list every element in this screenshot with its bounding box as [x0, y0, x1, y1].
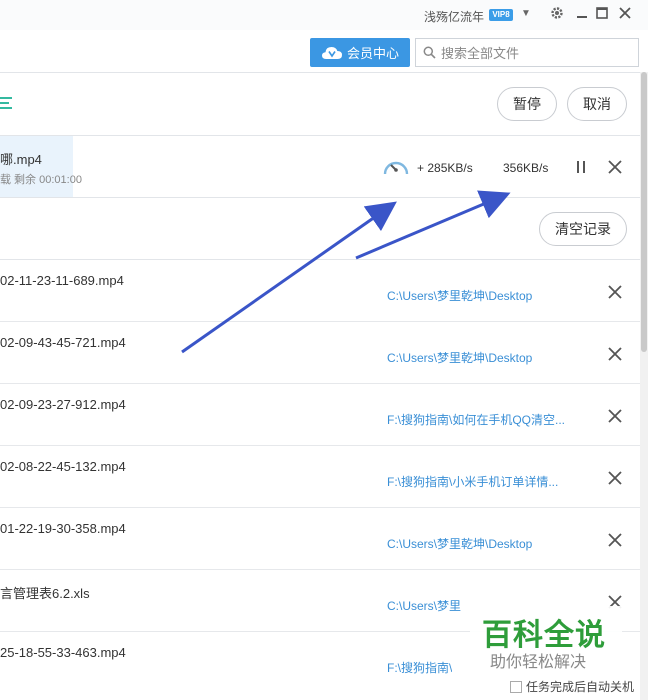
remove-record-icon[interactable] — [608, 347, 622, 361]
watermark-logo: 百科全说 助你轻松解决 — [470, 606, 622, 672]
vip-center-button[interactable]: 会员中心 — [310, 38, 410, 67]
auto-shutdown-label: 任务完成后自动关机 — [526, 680, 635, 694]
list-menu-icon[interactable] — [0, 96, 14, 110]
history-row[interactable]: 02-11-23-11-689.mp4 C:\Users\梦里乾坤\Deskto… — [0, 260, 640, 322]
history-file-path[interactable]: F:\搜狗指南\小米手机订单详情... — [387, 473, 558, 490]
history-row[interactable]: 02-09-23-27-912.mp4 F:\搜狗指南\如何在手机QQ清空... — [0, 384, 640, 446]
username[interactable]: 浅殇亿流年 — [424, 8, 484, 25]
clear-history-button[interactable]: 清空记录 — [539, 212, 627, 246]
history-file-name: 25-18-55-33-463.mp4 — [0, 645, 126, 660]
close-icon[interactable] — [617, 5, 635, 23]
remove-record-icon[interactable] — [608, 533, 622, 547]
history-file-name: 02-08-22-45-132.mp4 — [0, 459, 126, 474]
active-remaining-time: 载 剩余 00:01:00 — [0, 174, 82, 186]
speed-gauge-icon — [382, 155, 410, 182]
history-file-path[interactable]: C:\Users\梦里乾坤\Desktop — [387, 535, 532, 552]
auto-shutdown-checkbox[interactable] — [510, 680, 522, 693]
history-row[interactable]: 02-08-22-45-132.mp4 F:\搜狗指南\小米手机订单详情... — [0, 446, 640, 508]
pause-all-button[interactable]: 暂停 — [497, 87, 557, 121]
active-divider — [0, 197, 640, 198]
cancel-download-icon[interactable] — [608, 160, 622, 174]
vip-center-label: 会员中心 — [346, 46, 399, 61]
history-file-path[interactable]: F:\搜狗指南\如何在手机QQ清空... — [387, 411, 565, 428]
cancel-all-button[interactable]: 取消 — [567, 87, 627, 121]
remove-record-icon[interactable] — [608, 285, 622, 299]
cloud-icon — [321, 46, 342, 59]
search-input[interactable] — [441, 43, 631, 63]
history-row[interactable]: 01-22-19-30-358.mp4 C:\Users\梦里乾坤\Deskto… — [0, 508, 640, 570]
scrollbar-thumb[interactable] — [641, 72, 647, 352]
search-box[interactable] — [415, 38, 639, 67]
history-file-name: 01-22-19-30-358.mp4 — [0, 521, 126, 536]
remove-record-icon[interactable] — [608, 471, 622, 485]
arrow-to-download-speed — [355, 190, 511, 260]
history-row[interactable]: 02-09-43-45-721.mp4 C:\Users\梦里乾坤\Deskto… — [0, 322, 640, 384]
search-icon — [423, 46, 436, 59]
history-file-name: 02-09-23-27-912.mp4 — [0, 397, 126, 412]
gear-icon[interactable] — [549, 5, 567, 23]
watermark-subtitle: 助你轻松解决 — [490, 654, 587, 671]
title-bar: 浅殇亿流年 VIP8 ▼ — [0, 0, 648, 30]
download-speed: 356KB/s — [503, 161, 549, 175]
maximize-icon[interactable] — [594, 5, 612, 23]
speed-boost: + 285KB/s — [417, 161, 473, 175]
history-file-name: 02-11-23-11-689.mp4 — [0, 273, 124, 288]
chevron-down-icon[interactable]: ▼ — [521, 8, 531, 19]
remove-record-icon[interactable] — [608, 409, 622, 423]
minimize-icon[interactable] — [574, 5, 592, 23]
history-file-path[interactable]: C:\Users\梦里乾坤\Desktop — [387, 349, 532, 366]
header-divider — [0, 72, 640, 73]
history-file-path[interactable]: F:\搜狗指南\ — [387, 659, 452, 676]
auto-shutdown-option[interactable]: 任务完成后自动关机 — [510, 678, 634, 695]
pause-icon[interactable] — [574, 160, 588, 174]
toolbar-divider — [0, 135, 640, 136]
history-file-path[interactable]: C:\Users\梦里乾坤\Desktop — [387, 287, 532, 304]
history-file-name: 02-09-43-45-721.mp4 — [0, 335, 126, 350]
history-file-name: 言管理表6.2.xls — [0, 586, 90, 601]
active-file-name: 哪.mp4 — [0, 152, 42, 167]
history-file-path[interactable]: C:\Users\梦里 — [387, 597, 461, 614]
vip-badge: VIP8 — [489, 9, 513, 21]
